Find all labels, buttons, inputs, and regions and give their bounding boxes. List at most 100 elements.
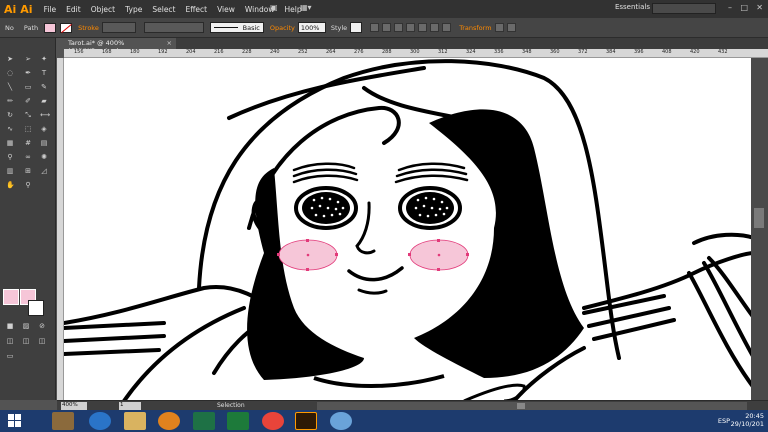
scale-tool-icon[interactable]: ⤡ [24,112,32,119]
zoom-field[interactable]: 400% [61,402,87,410]
none-mode-icon[interactable]: ⊘ [38,323,46,330]
project-icon[interactable] [193,412,215,430]
winrar-icon[interactable] [52,412,74,430]
eyedropper-tool-icon[interactable]: ⚲ [6,154,14,161]
screen-mode-icon[interactable]: ▭ [6,353,14,360]
blend-tool-icon[interactable]: ∞ [24,154,32,161]
horizontal-ruler[interactable]: 156 168 180 192 204 216 228 240 252 264 276 288 300 3… [64,49,768,58]
draw-behind-icon[interactable]: ◫ [22,338,30,345]
eraser-tool-icon[interactable]: ▰ [40,98,48,105]
ruler-tick-label: 216 [214,49,224,55]
input-language[interactable]: ESP [718,417,730,425]
panel-menu-icon[interactable] [506,23,516,32]
mouth [347,266,404,282]
workspace-switcher[interactable]: Essentials [615,3,650,11]
direct-selection-tool-icon[interactable]: ➢ [24,56,32,63]
canvas-area[interactable] [64,58,768,401]
draw-normal-icon[interactable]: ◫ [6,338,14,345]
search-help-input[interactable] [652,3,716,14]
isolate-icon[interactable] [494,23,504,32]
menu-object[interactable]: Object [86,5,120,14]
magic-wand-tool-icon[interactable]: ✦ [40,56,48,63]
artboard-navigation[interactable]: 1 [119,402,141,410]
lasso-tool-icon[interactable]: ◌ [6,70,14,77]
maximize-icon[interactable]: □ [740,3,748,12]
free-transform-tool-icon[interactable]: ⬚ [24,126,32,133]
document-tab[interactable]: Tarot.ai* @ 400% (CMYK/Preview) × [64,38,176,55]
app-orange-icon[interactable] [158,412,180,430]
menu-file[interactable]: File [39,5,62,14]
slice-tool-icon[interactable]: ◿ [40,168,48,175]
bridge-icon[interactable]: ▣ [270,3,278,12]
menu-select[interactable]: Select [147,5,180,14]
align-middle-icon[interactable] [430,23,440,32]
paintbrush-tool-icon[interactable]: ✎ [40,84,48,91]
vertical-scrollbar[interactable] [751,58,768,401]
stroke-color-swatch[interactable] [28,300,44,316]
fill-color-swatch[interactable] [3,289,19,305]
artboard[interactable] [64,58,756,401]
type-tool-icon[interactable]: T [40,70,48,77]
horizontal-scroll-thumb[interactable] [517,403,525,409]
menu-edit[interactable]: Edit [61,5,86,14]
close-icon[interactable]: ✕ [756,3,763,12]
vertical-scroll-thumb[interactable] [754,208,764,228]
zoom-tool-icon[interactable]: ⚲ [24,182,32,189]
gradient-mode-icon[interactable]: ▨ [22,323,30,330]
opacity-link[interactable]: Opacity [270,24,295,32]
selection-tool-icon[interactable]: ➤ [6,56,14,63]
pen-tool-icon[interactable]: ✒ [24,70,32,77]
menu-type[interactable]: Type [120,5,147,14]
vertical-ruler[interactable] [57,58,64,401]
close-tab-icon[interactable]: × [167,39,172,47]
align-center-icon[interactable] [394,23,404,32]
fill-swatch[interactable] [44,22,57,33]
stroke-swatch[interactable] [60,22,73,33]
windows-start-icon[interactable] [8,414,22,428]
column-graph-tool-icon[interactable]: ▥ [6,168,14,175]
horizontal-scrollbar[interactable] [317,402,747,410]
mesh-tool-icon[interactable]: # [24,140,32,147]
chrome-icon[interactable] [262,412,284,430]
opacity-field[interactable]: 100% [297,22,326,33]
symbol-sprayer-tool-icon[interactable]: ✺ [40,154,48,161]
align-bottom-icon[interactable] [442,23,452,32]
file-explorer-icon[interactable] [124,412,146,430]
artboard-tool-icon[interactable]: ⊞ [24,168,32,175]
rectangle-tool-icon[interactable]: ▭ [24,84,32,91]
app-logo-icon[interactable]: Ai [20,3,32,16]
pencil-tool-icon[interactable]: ✏ [6,98,14,105]
excel-icon[interactable] [227,412,249,430]
stroke-weight-field[interactable] [101,22,136,33]
blob-brush-tool-icon[interactable]: ✐ [24,98,32,105]
hand-tool-icon[interactable]: ✋ [6,182,15,189]
align-left-icon[interactable] [382,23,392,32]
warp-tool-icon[interactable]: ∿ [6,126,14,133]
minimize-icon[interactable]: – [728,3,732,12]
transform-link[interactable]: Transform [459,24,491,32]
internet-explorer-icon[interactable] [89,412,111,430]
draw-inside-icon[interactable]: ◫ [38,338,46,345]
width-tool-icon[interactable]: ⟷ [40,112,50,119]
align-top-icon[interactable] [418,23,428,32]
gradient-tool-icon[interactable]: ▤ [40,140,48,147]
menu-effect[interactable]: Effect [181,5,213,14]
shape-builder-tool-icon[interactable]: ◈ [40,126,48,133]
ruler-tick-label: 360 [550,49,560,55]
stroke-link[interactable]: Stroke [78,24,99,32]
align-right-icon[interactable] [406,23,416,32]
line-tool-icon[interactable]: ╲ [6,84,14,91]
rotate-tool-icon[interactable]: ↻ [6,112,14,119]
illustrator-taskbar-icon[interactable] [295,412,317,430]
tarot-illustration[interactable] [64,58,756,401]
color-mode-icon[interactable]: ■ [6,323,14,330]
arrange-documents-icon[interactable]: ▦▾ [300,3,312,12]
graphic-style-swatch[interactable] [350,22,363,33]
system-clock[interactable]: 20:45 29/10/201 [731,412,764,428]
menu-view[interactable]: View [212,5,240,14]
brush-definition[interactable]: Basic [209,22,264,33]
variable-width-profile[interactable] [143,22,204,33]
paint-icon[interactable] [330,412,352,430]
perspective-grid-tool-icon[interactable]: ▦ [6,140,14,147]
recolor-icon[interactable] [370,23,380,32]
